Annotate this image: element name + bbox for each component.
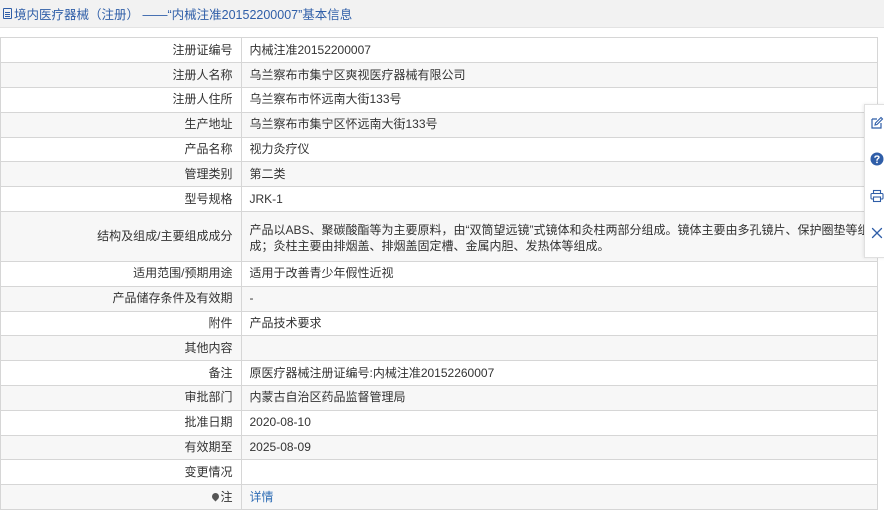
table-row: 其他内容	[1, 335, 878, 362]
table-row: 结构及组成/主要组成成分 产品以ABS、聚碳酸酯等为主要原料，由“双筒望远镜”式…	[1, 211, 878, 263]
table-row: 产品名称 视力灸疗仪	[1, 137, 878, 163]
row-value: 视力灸疗仪	[241, 137, 878, 163]
row-value: -	[241, 286, 878, 312]
row-label: 型号规格	[1, 186, 242, 213]
row-label: 注册人住所	[1, 87, 242, 113]
table-row: 批准日期 2020-08-10	[1, 410, 878, 436]
row-value: 产品以ABS、聚碳酸酯等为主要原料，由“双筒望远镜”式镜体和灸柱两部分组成。镜体…	[241, 211, 878, 263]
row-value: 详情	[241, 484, 878, 511]
row-value	[241, 459, 878, 486]
table-row: 附件 产品技术要求	[1, 311, 878, 337]
row-value: 内蒙古自治区药品监督管理局	[241, 385, 878, 411]
table-row: 注册人住所 乌兰察布市怀远南大街133号	[1, 87, 878, 113]
row-value: JRK-1	[241, 186, 878, 213]
side-toolbar	[864, 104, 884, 258]
row-value: 2025-08-09	[241, 435, 878, 461]
table-row: 有效期至 2025-08-09	[1, 435, 878, 461]
row-label: 注册人名称	[1, 62, 242, 89]
row-label: 适用范围/预期用途	[1, 261, 242, 287]
row-label: 批准日期	[1, 410, 242, 436]
row-value: 2020-08-10	[241, 410, 878, 436]
row-value: 乌兰察布市怀远南大街133号	[241, 87, 878, 113]
table-row: 产品储存条件及有效期 -	[1, 286, 878, 312]
table-row: 生产地址 乌兰察布市集宁区怀远南大街133号	[1, 112, 878, 138]
row-label: 产品储存条件及有效期	[1, 286, 242, 312]
print-icon[interactable]	[870, 189, 884, 203]
row-value: 乌兰察布市集宁区爽视医疗器械有限公司	[241, 62, 878, 89]
row-label: 注册证编号	[1, 38, 242, 64]
page-title-bar: 境内医疗器械（注册） ——“内械注准20152200007”基本信息	[0, 0, 884, 28]
row-label: 附件	[1, 311, 242, 337]
details-link[interactable]: 详情	[250, 490, 274, 504]
table-row: 型号规格 JRK-1	[1, 186, 878, 213]
row-label: 有效期至	[1, 435, 242, 461]
row-label: 审批部门	[1, 385, 242, 411]
table-row: 变更情况	[1, 459, 878, 486]
help-icon[interactable]	[870, 152, 884, 166]
info-table: 注册证编号 内械注准20152200007 注册人名称 乌兰察布市集宁区爽视医疗…	[1, 38, 878, 511]
table-row: 适用范围/预期用途 适用于改善青少年假性近视	[1, 261, 878, 287]
info-table-container: 注册证编号 内械注准20152200007 注册人名称 乌兰察布市集宁区爽视医疗…	[0, 37, 878, 511]
row-label: 产品名称	[1, 137, 242, 163]
row-label: 注	[1, 484, 242, 511]
row-value: 第二类	[241, 161, 878, 188]
table-row: 备注 原医疗器械注册证编号:内械注准20152260007	[1, 360, 878, 387]
row-label: 其他内容	[1, 335, 242, 362]
table-row: 注 详情	[1, 484, 878, 511]
table-row: 注册人名称 乌兰察布市集宁区爽视医疗器械有限公司	[1, 62, 878, 89]
row-value	[241, 335, 878, 362]
table-row: 注册证编号 内械注准20152200007	[1, 38, 878, 64]
row-label: 备注	[1, 360, 242, 387]
structure-text: 产品以ABS、聚碳酸酯等为主要原料，由“双筒望远镜”式镜体和灸柱两部分组成。镜体…	[249, 222, 870, 253]
document-icon	[3, 8, 12, 19]
page-title: 境内医疗器械（注册） ——“内械注准20152200007”基本信息	[14, 8, 353, 22]
row-label: 变更情况	[1, 459, 242, 486]
table-row: 管理类别 第二类	[1, 161, 878, 188]
row-value: 适用于改善青少年假性近视	[241, 261, 878, 287]
close-icon[interactable]	[870, 226, 884, 240]
table-row: 审批部门 内蒙古自治区药品监督管理局	[1, 385, 878, 411]
row-label: 管理类别	[1, 161, 242, 188]
row-value: 原医疗器械注册证编号:内械注准20152260007	[241, 360, 878, 387]
row-value: 内械注准20152200007	[241, 38, 878, 64]
row-value: 乌兰察布市集宁区怀远南大街133号	[241, 112, 878, 138]
edit-icon[interactable]	[870, 116, 884, 130]
note-label: 注	[220, 489, 233, 504]
row-label: 生产地址	[1, 112, 242, 138]
row-label: 结构及组成/主要组成成分	[1, 211, 242, 263]
row-value: 产品技术要求	[241, 311, 878, 337]
